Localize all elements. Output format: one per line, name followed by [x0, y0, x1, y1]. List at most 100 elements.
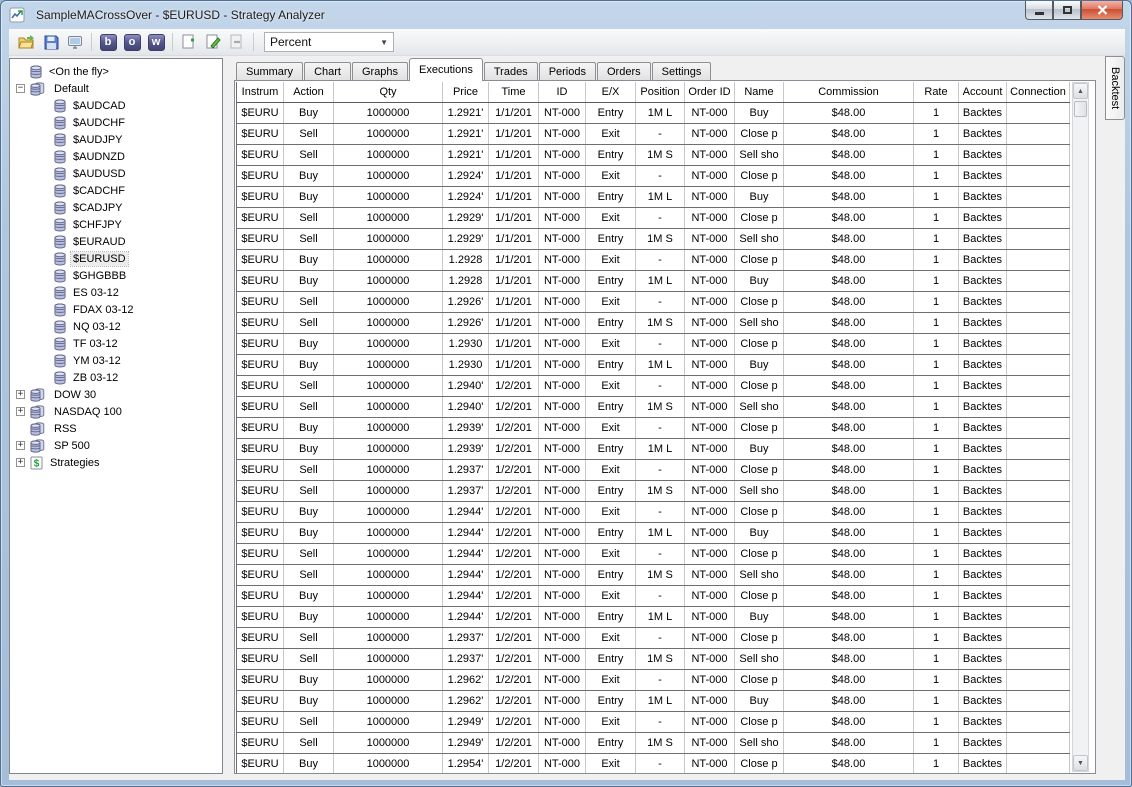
walkforward-mode-button[interactable]: w: [145, 31, 167, 53]
table-row[interactable]: $EURU Sell 1000000 1.2937' 1/2/201 NT-000 Entr…: [237, 481, 1070, 502]
open-button[interactable]: [16, 31, 38, 53]
column-header-connection[interactable]: Connection: [1007, 82, 1070, 102]
tree-item--audchf[interactable]: $AUDCHF: [10, 114, 222, 131]
column-header-account[interactable]: Account: [959, 82, 1007, 102]
tab-trades[interactable]: Trades: [483, 62, 538, 81]
tree-item-strategies[interactable]: + $ Strategies: [10, 454, 222, 471]
tree-item-ym-03-12[interactable]: YM 03-12: [10, 352, 222, 369]
table-row[interactable]: $EURU Buy 1000000 1.2939' 1/2/201 NT-000 Exit -…: [237, 418, 1070, 439]
tree-item--cadjpy[interactable]: $CADJPY: [10, 199, 222, 216]
table-row[interactable]: $EURU Sell 1000000 1.2949' 1/2/201 NT-000 Exit…: [237, 712, 1070, 733]
table-row[interactable]: $EURU Buy 1000000 1.2944' 1/2/201 NT-000 Exit -…: [237, 586, 1070, 607]
table-row[interactable]: $EURU Sell 1000000 1.2929' 1/1/201 NT-000 Entr…: [237, 229, 1070, 250]
tree-item--ghgbbb[interactable]: $GHGBBB: [10, 267, 222, 284]
table-row[interactable]: $EURU Buy 1000000 1.2928 1/1/201 NT-000 Entry 1…: [237, 271, 1070, 292]
tab-executions[interactable]: Executions: [409, 58, 483, 81]
tree-item--euraud[interactable]: $EURAUD: [10, 233, 222, 250]
column-header-e-x[interactable]: E/X: [586, 82, 636, 102]
save-button[interactable]: [40, 31, 62, 53]
display-button[interactable]: [64, 31, 86, 53]
tree-item-nq-03-12[interactable]: NQ 03-12: [10, 318, 222, 335]
tab-periods[interactable]: Periods: [538, 62, 596, 81]
table-row[interactable]: $EURU Sell 1000000 1.2926' 1/1/201 NT-000 Entr…: [237, 313, 1070, 334]
column-header-rate[interactable]: Rate: [914, 82, 959, 102]
tree-item-nasdaq-100[interactable]: + NASDAQ 100: [10, 403, 222, 420]
table-row[interactable]: $EURU Buy 1000000 1.2962' 1/2/201 NT-000 Entry…: [237, 691, 1070, 712]
collapse-minus-icon[interactable]: −: [16, 84, 25, 93]
column-header-position[interactable]: Position: [636, 82, 685, 102]
optimize-mode-button[interactable]: o: [121, 31, 143, 53]
table-row[interactable]: $EURU Buy 1000000 1.2939' 1/2/201 NT-000 Entry…: [237, 439, 1070, 460]
tree-item--eurusd[interactable]: $EURUSD: [10, 250, 222, 267]
column-header-id[interactable]: ID: [539, 82, 586, 102]
tab-settings[interactable]: Settings: [651, 62, 712, 81]
table-row[interactable]: $EURU Sell 1000000 1.2929' 1/1/201 NT-000 Exit…: [237, 208, 1070, 229]
table-row[interactable]: $EURU Buy 1000000 1.2944' 1/2/201 NT-000 Entry…: [237, 523, 1070, 544]
expand-plus-icon[interactable]: +: [16, 390, 25, 399]
minimize-button[interactable]: [1025, 1, 1053, 20]
tab-graphs[interactable]: Graphs: [351, 62, 409, 81]
expand-plus-icon[interactable]: +: [16, 407, 25, 416]
tree-item-fdax-03-12[interactable]: FDAX 03-12: [10, 301, 222, 318]
table-row[interactable]: $EURU Buy 1000000 1.2921' 1/1/201 NT-000 Entry…: [237, 103, 1070, 124]
table-row[interactable]: $EURU Buy 1000000 1.2924' 1/1/201 NT-000 Exit -…: [237, 166, 1070, 187]
tree-item--cadchf[interactable]: $CADCHF: [10, 182, 222, 199]
table-row[interactable]: $EURU Sell 1000000 1.2944' 1/2/201 NT-000 Exit…: [237, 544, 1070, 565]
backtest-mode-button[interactable]: b: [97, 31, 119, 53]
expand-plus-icon[interactable]: +: [16, 458, 25, 467]
table-row[interactable]: $EURU Sell 1000000 1.2921' 1/1/201 NT-000 Entr…: [237, 145, 1070, 166]
tree-item--audjpy[interactable]: $AUDJPY: [10, 131, 222, 148]
scrollbar-thumb[interactable]: [1074, 101, 1087, 117]
tree-item-es-03-12[interactable]: ES 03-12: [10, 284, 222, 301]
tab-backtest-vertical[interactable]: Backtest: [1105, 56, 1125, 120]
column-header-qty[interactable]: Qty: [334, 82, 443, 102]
table-row[interactable]: $EURU Buy 1000000 1.2930 1/1/201 NT-000 Exit - N…: [237, 334, 1070, 355]
table-row[interactable]: $EURU Buy 1000000 1.2944' 1/2/201 NT-000 Exit -…: [237, 502, 1070, 523]
table-row[interactable]: $EURU Sell 1000000 1.2926' 1/1/201 NT-000 Exit…: [237, 292, 1070, 313]
tree-item-dow-30[interactable]: + DOW 30: [10, 386, 222, 403]
table-row[interactable]: $EURU Sell 1000000 1.2940' 1/2/201 NT-000 Entr…: [237, 397, 1070, 418]
table-row[interactable]: $EURU Buy 1000000 1.2962' 1/2/201 NT-000 Exit -…: [237, 670, 1070, 691]
table-row[interactable]: $EURU Sell 1000000 1.2949' 1/2/201 NT-000 Entr…: [237, 733, 1070, 754]
column-header-order-id[interactable]: Order ID: [685, 82, 735, 102]
tree-item-default[interactable]: − Default: [10, 80, 222, 97]
table-row[interactable]: $EURU Buy 1000000 1.2944' 1/2/201 NT-000 Entry…: [237, 607, 1070, 628]
tree-item--audcad[interactable]: $AUDCAD: [10, 97, 222, 114]
display-mode-select[interactable]: Percent ▼: [264, 32, 394, 52]
column-header-price[interactable]: Price: [443, 82, 489, 102]
column-header-action[interactable]: Action: [284, 82, 334, 102]
table-row[interactable]: $EURU Sell 1000000 1.2937' 1/2/201 NT-000 Exit…: [237, 460, 1070, 481]
tab-chart[interactable]: Chart: [304, 62, 351, 81]
table-row[interactable]: $EURU Buy 1000000 1.2924' 1/1/201 NT-000 Entry…: [237, 187, 1070, 208]
column-header-time[interactable]: Time: [489, 82, 539, 102]
add-button[interactable]: [178, 31, 200, 53]
edit-button[interactable]: [202, 31, 224, 53]
table-row[interactable]: $EURU Sell 1000000 1.2937' 1/2/201 NT-000 Exit…: [237, 628, 1070, 649]
maximize-button[interactable]: [1053, 1, 1081, 20]
column-header-name[interactable]: Name: [735, 82, 784, 102]
tree-item-tf-03-12[interactable]: TF 03-12: [10, 335, 222, 352]
tree-item-sp-500[interactable]: + SP 500: [10, 437, 222, 454]
table-row[interactable]: $EURU Buy 1000000 1.2928 1/1/201 NT-000 Exit - N…: [237, 250, 1070, 271]
table-row[interactable]: $EURU Sell 1000000 1.2921' 1/1/201 NT-000 Exit…: [237, 124, 1070, 145]
title-bar[interactable]: SampleMACrossOver - $EURUSD - Strategy A…: [1, 1, 1131, 29]
tree-item--audnzd[interactable]: $AUDNZD: [10, 148, 222, 165]
scroll-down-button[interactable]: ▼: [1073, 755, 1088, 771]
tab-summary[interactable]: Summary: [236, 62, 304, 81]
expand-plus-icon[interactable]: +: [16, 441, 25, 450]
tree-item--audusd[interactable]: $AUDUSD: [10, 165, 222, 182]
column-header-instrum[interactable]: Instrum: [237, 82, 284, 102]
column-header-commission[interactable]: Commission: [784, 82, 914, 102]
remove-button[interactable]: [226, 31, 248, 53]
tab-orders[interactable]: Orders: [596, 62, 651, 81]
tree-item--chfjpy[interactable]: $CHFJPY: [10, 216, 222, 233]
table-row[interactable]: $EURU Sell 1000000 1.2944' 1/2/201 NT-000 Entr…: [237, 565, 1070, 586]
vertical-scrollbar[interactable]: ▲ ▼: [1072, 82, 1089, 772]
tree-item-zb-03-12[interactable]: ZB 03-12: [10, 369, 222, 386]
close-button[interactable]: [1081, 1, 1123, 20]
table-row[interactable]: $EURU Buy 1000000 1.2954' 1/2/201 NT-000 Exit -…: [237, 754, 1070, 773]
tree-item--on-the-fly-[interactable]: <On the fly>: [10, 63, 222, 80]
table-row[interactable]: $EURU Buy 1000000 1.2930 1/1/201 NT-000 Entry 1…: [237, 355, 1070, 376]
table-row[interactable]: $EURU Sell 1000000 1.2940' 1/2/201 NT-000 Exit…: [237, 376, 1070, 397]
table-row[interactable]: $EURU Sell 1000000 1.2937' 1/2/201 NT-000 Entr…: [237, 649, 1070, 670]
